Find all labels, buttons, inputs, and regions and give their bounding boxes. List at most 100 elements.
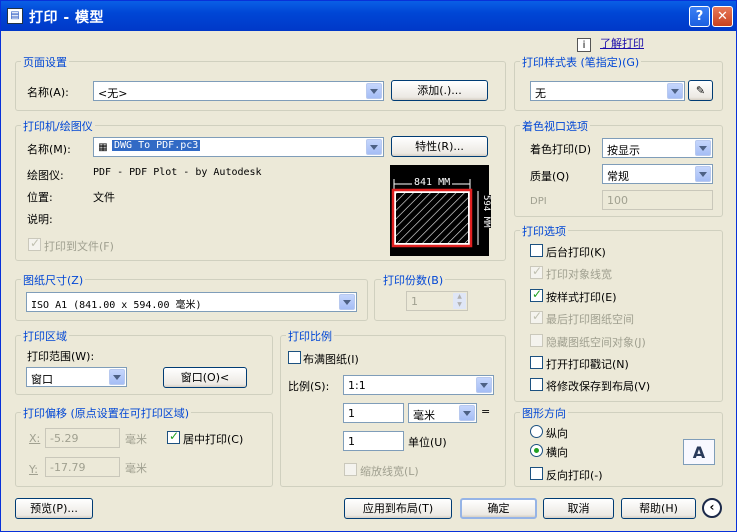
page-setup-name-value: <无> xyxy=(98,87,128,100)
help-button[interactable]: 帮助(H) xyxy=(621,498,696,519)
hide-paperspace-objects-checkbox[interactable] xyxy=(530,334,543,347)
scale-value: 1:1 xyxy=(348,379,366,392)
page-setup-name-label: 名称(A): xyxy=(27,86,69,99)
page-setup-name-combo[interactable]: <无> xyxy=(93,81,384,101)
paper-size-value: ISO A1 (841.00 x 594.00 毫米) xyxy=(31,300,202,311)
cancel-button[interactable]: 取消 xyxy=(543,498,614,519)
scale-units-value: 1 xyxy=(348,435,355,448)
apply-to-layout-button[interactable]: 应用到布局(T) xyxy=(344,498,452,519)
dpi-input[interactable]: 100 xyxy=(602,190,713,210)
paper-size-label: 图纸尺寸(Z) xyxy=(21,272,86,288)
offset-y-value: -17.79 xyxy=(50,461,86,474)
plot-option-label: 最后打印图纸空间 xyxy=(546,313,634,326)
landscape-radio[interactable] xyxy=(530,444,543,457)
plot-scale-label: 打印比例 xyxy=(286,328,334,344)
shade-plot-combo[interactable]: 按显示 xyxy=(602,138,713,158)
plot-lineweights-checkbox[interactable] xyxy=(530,264,543,279)
preview-width-label: 841 MM xyxy=(412,177,453,188)
copies-label: 打印份数(B) xyxy=(381,272,446,288)
chevron-down-icon[interactable] xyxy=(339,294,355,310)
upside-down-label: 反向打印(-) xyxy=(546,469,603,482)
print-to-file-checkbox[interactable] xyxy=(28,236,41,251)
fit-to-paper-label: 布满图纸(I) xyxy=(303,353,359,366)
fit-to-paper-checkbox[interactable] xyxy=(288,351,301,364)
plotter-label: 绘图仪: xyxy=(27,169,64,182)
edit-plot-style-button[interactable]: ✎ xyxy=(688,80,713,101)
portrait-radio[interactable] xyxy=(530,425,543,438)
paper-preview: 841 MM 594 MM xyxy=(390,165,491,256)
preview-height-label: 594 MM xyxy=(481,195,491,228)
preview-button[interactable]: 预览(P)... xyxy=(15,498,93,519)
chevron-down-icon[interactable] xyxy=(695,140,711,156)
background-plot-checkbox[interactable] xyxy=(530,244,543,257)
chevron-down-icon[interactable] xyxy=(476,377,492,393)
scale-units-label: 单位(U) xyxy=(408,436,447,449)
offset-x-value: -5.29 xyxy=(50,432,79,445)
plot-style-table-label: 打印样式表 (笔指定)(G) xyxy=(520,54,642,70)
printer-name-combo[interactable]: ▦ DWG To PDF.pc3 xyxy=(93,137,384,157)
print-to-file-label: 打印到文件(F) xyxy=(44,240,114,253)
learn-plotting-link[interactable]: 了解打印 xyxy=(600,35,644,51)
title-bar[interactable]: ▤ 打印 - 模型 ? ✕ xyxy=(1,1,736,31)
autocad-plot-icon: ▤ xyxy=(7,8,23,24)
plot-option-label: 打印对象线宽 xyxy=(546,268,612,281)
pencil-icon: ✎ xyxy=(695,84,706,97)
scale-unit-combo[interactable]: 毫米 xyxy=(408,403,477,423)
location-label: 位置: xyxy=(27,191,53,204)
plot-offset-label: 打印偏移 (原点设置在可打印区域) xyxy=(21,405,192,421)
chevron-down-icon[interactable] xyxy=(695,166,711,182)
offset-y-label: Y: xyxy=(29,463,38,476)
window-title: 打印 - 模型 xyxy=(29,10,105,26)
paper-size-combo[interactable]: ISO A1 (841.00 x 594.00 毫米) xyxy=(26,292,357,312)
copies-input[interactable]: 1 ▲ ▼ xyxy=(406,291,468,311)
add-page-setup-button[interactable]: 添加(.)... xyxy=(391,80,488,101)
quality-label: 质量(Q) xyxy=(530,170,570,183)
plot-with-styles-checkbox[interactable] xyxy=(530,287,543,302)
offset-x-input[interactable]: -5.29 xyxy=(45,428,120,448)
plot-style-table-combo[interactable]: 无 xyxy=(530,81,685,101)
chevron-down-icon[interactable] xyxy=(366,83,382,99)
info-icon: i xyxy=(577,38,591,52)
spin-down-icon[interactable]: ▼ xyxy=(453,301,466,309)
plot-stamp-checkbox[interactable] xyxy=(530,356,543,369)
shade-plot-label: 着色打印(D) xyxy=(530,143,592,156)
chevron-down-icon[interactable] xyxy=(459,405,475,421)
plot-range-value: 窗口 xyxy=(31,373,53,386)
shaded-viewport-label: 着色视口选项 xyxy=(520,118,590,134)
collapse-options-button[interactable]: ‹ xyxy=(702,498,722,518)
plot-option-label: 后台打印(K) xyxy=(546,246,606,259)
plotter-icon: ▦ xyxy=(98,141,108,153)
scale-lineweights-checkbox[interactable] xyxy=(344,463,357,476)
plot-option-label: 将修改保存到布局(V) xyxy=(546,380,651,393)
chevron-down-icon[interactable] xyxy=(109,369,125,385)
window-select-button[interactable]: 窗口(O)< xyxy=(163,367,247,388)
chevron-down-icon[interactable] xyxy=(366,139,382,155)
description-label: 说明: xyxy=(27,213,53,226)
offset-y-input[interactable]: -17.79 xyxy=(45,457,120,477)
scale-label: 比例(S): xyxy=(288,380,330,393)
spin-up-icon[interactable]: ▲ xyxy=(453,293,466,301)
quality-combo[interactable]: 常规 xyxy=(602,164,713,184)
location-value: 文件 xyxy=(93,191,115,204)
chevron-down-icon[interactable] xyxy=(667,83,683,99)
scale-equals-sign: = xyxy=(481,405,491,418)
printer-name-value: DWG To PDF.pc3 xyxy=(112,140,201,151)
shade-plot-value: 按显示 xyxy=(607,144,640,157)
scale-combo[interactable]: 1:1 xyxy=(343,375,494,395)
printer-group-label: 打印机/绘图仪 xyxy=(21,118,95,134)
scale-mm-input[interactable]: 1 xyxy=(343,403,404,423)
save-changes-to-layout-checkbox[interactable] xyxy=(530,378,543,391)
plot-range-combo[interactable]: 窗口 xyxy=(26,367,127,387)
plot-style-table-value: 无 xyxy=(535,87,546,100)
upside-down-checkbox[interactable] xyxy=(530,467,543,480)
scale-units-input[interactable]: 1 xyxy=(343,431,404,451)
landscape-orientation-icon: A xyxy=(683,439,715,465)
plot-paperspace-last-checkbox[interactable] xyxy=(530,309,543,324)
help-title-button[interactable]: ? xyxy=(689,6,710,27)
offset-y-unit: 毫米 xyxy=(125,462,147,475)
printer-properties-button[interactable]: 特性(R)... xyxy=(391,136,488,157)
landscape-label: 横向 xyxy=(546,446,568,459)
ok-button[interactable]: 确定 xyxy=(460,498,537,519)
close-button[interactable]: ✕ xyxy=(712,6,733,27)
center-plot-checkbox[interactable] xyxy=(167,429,180,444)
